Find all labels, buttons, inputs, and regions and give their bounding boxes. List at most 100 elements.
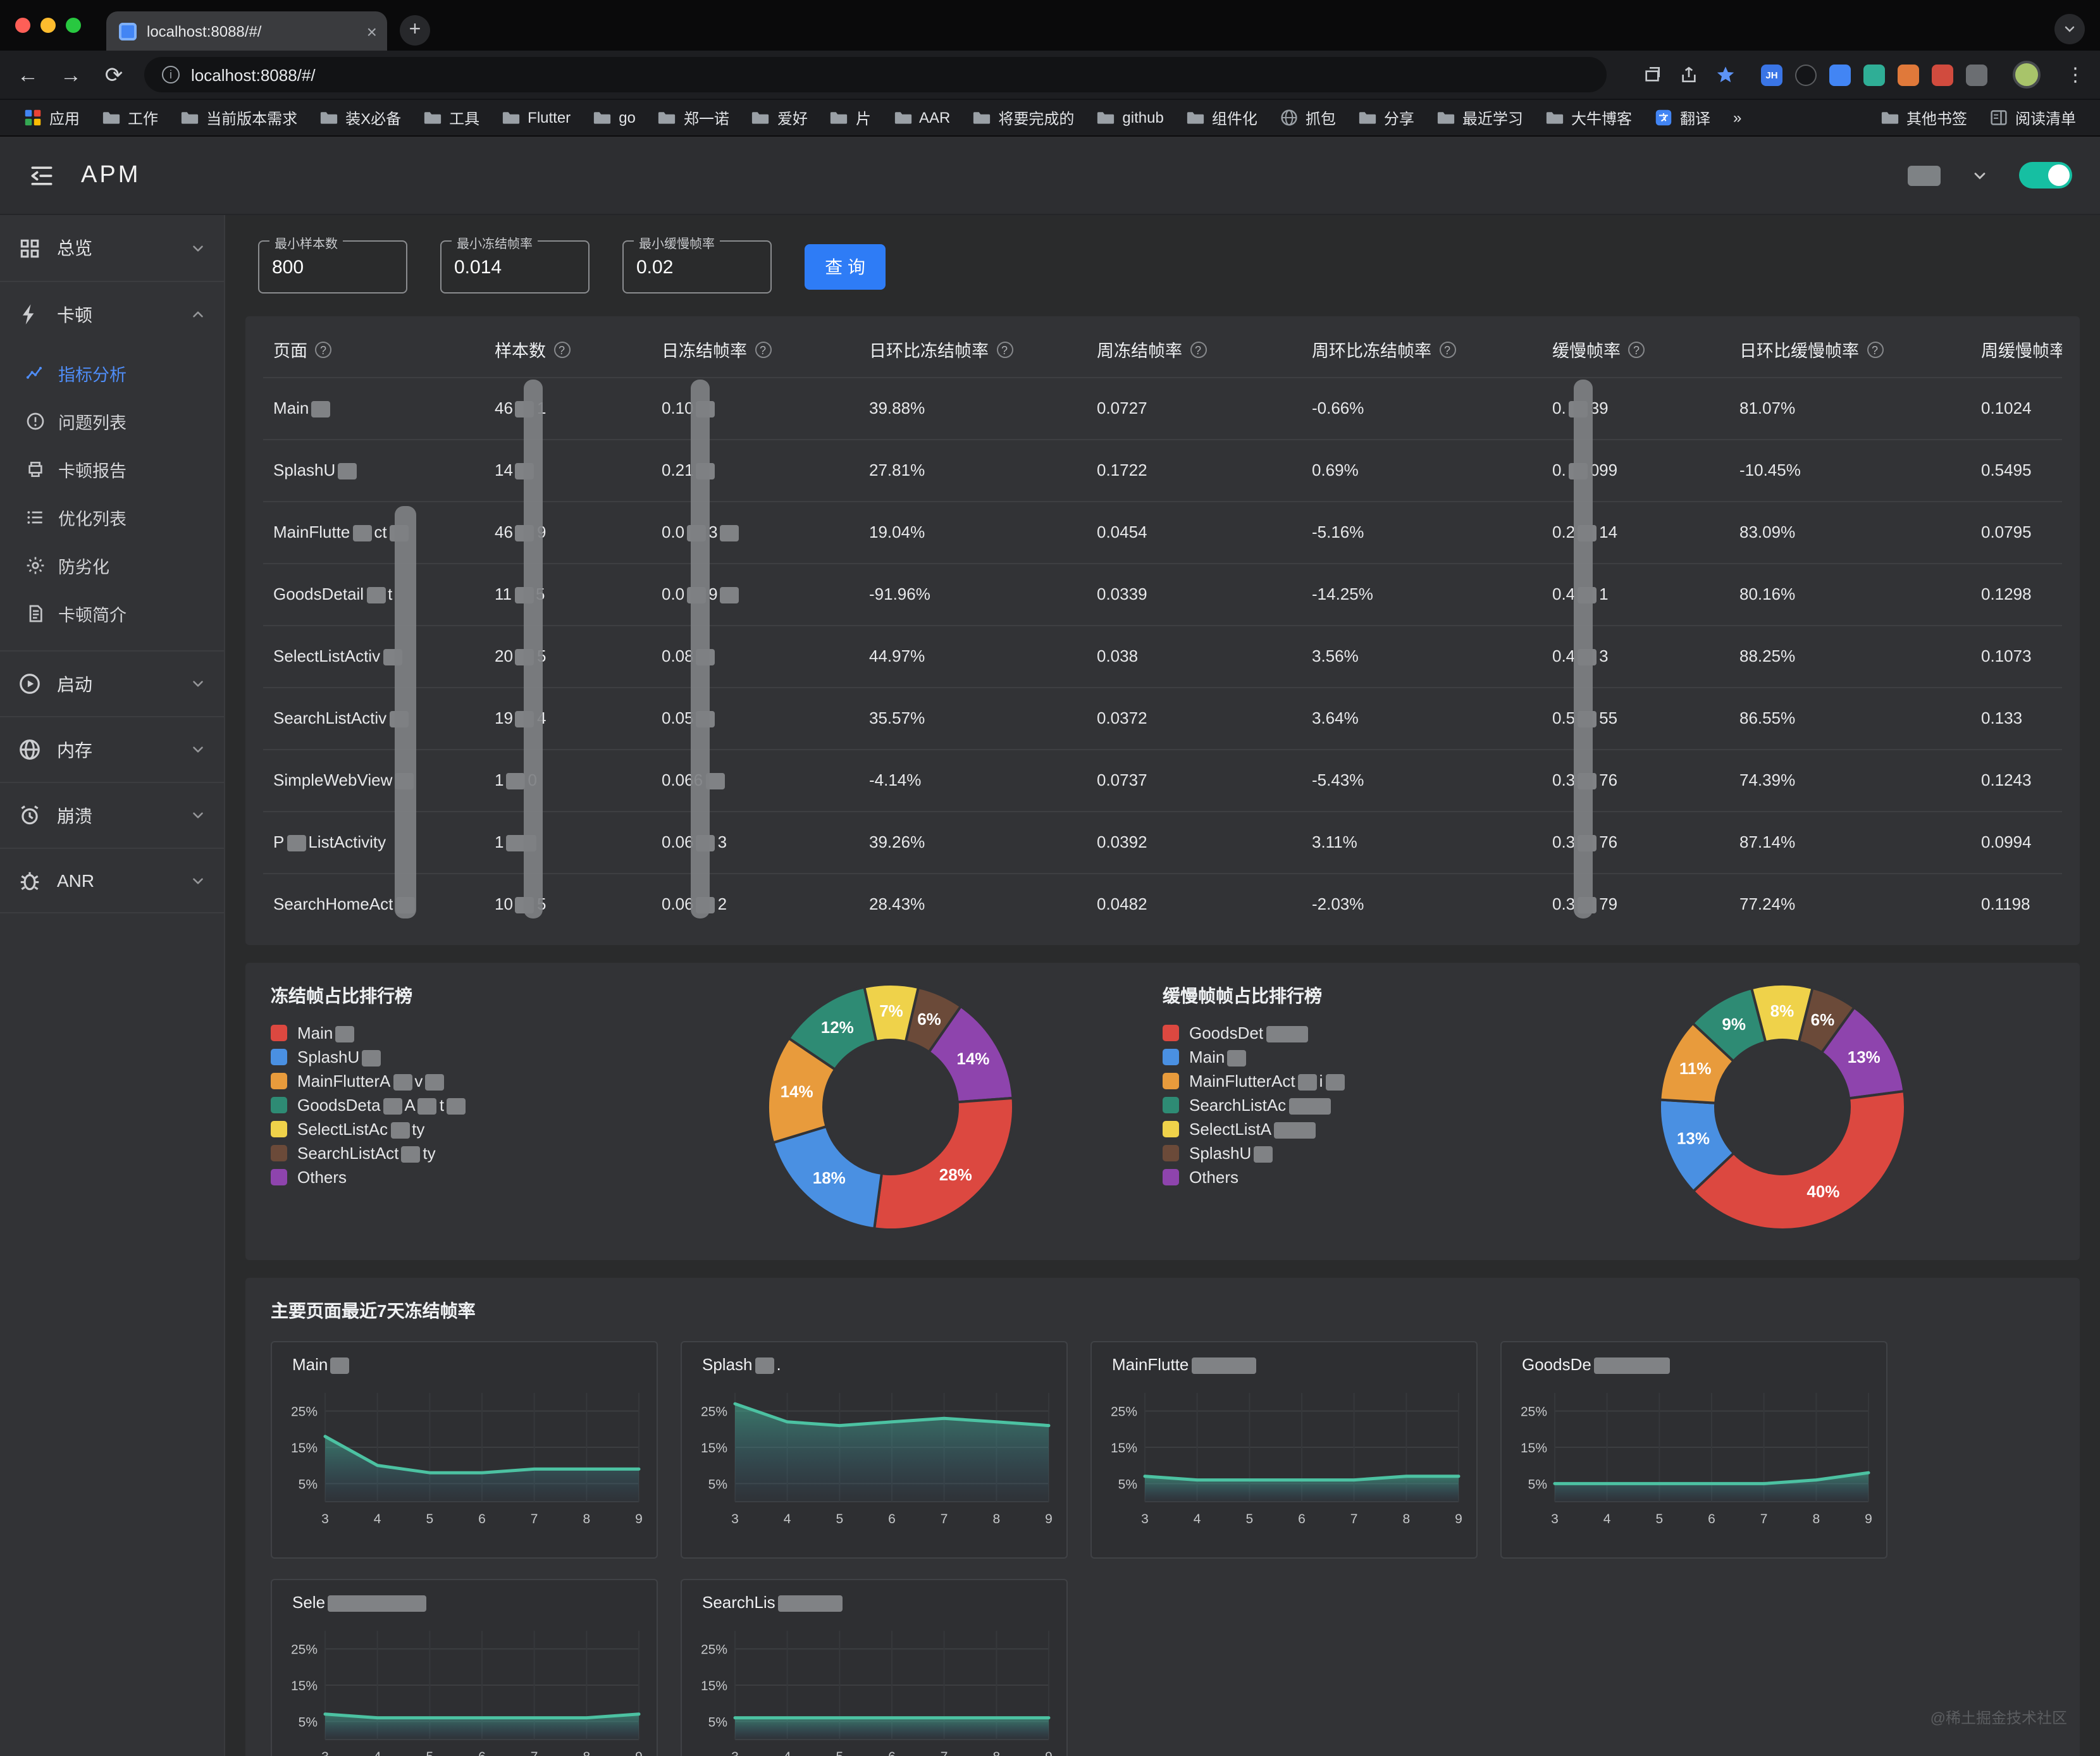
ext-orange-icon[interactable] bbox=[1898, 64, 1919, 85]
theme-toggle[interactable] bbox=[2019, 162, 2072, 189]
sidebar-subitem-optimize[interactable]: 优化列表 bbox=[0, 493, 224, 541]
close-window-button[interactable] bbox=[15, 18, 30, 33]
bookmark-item[interactable]: 片 bbox=[819, 103, 882, 132]
minimize-window-button[interactable] bbox=[40, 18, 56, 33]
share-icon[interactable] bbox=[1679, 65, 1699, 85]
min-sample-field[interactable]: 最小样本数 bbox=[258, 240, 407, 294]
bookmark-item[interactable]: 抓包 bbox=[1269, 103, 1347, 132]
legend-item[interactable]: SearchListActty bbox=[271, 1144, 468, 1163]
back-button[interactable]: ← bbox=[15, 64, 40, 85]
address-bar[interactable]: i localhost:8088/#/ bbox=[144, 57, 1607, 92]
bookmark-item[interactable]: Flutter bbox=[491, 105, 582, 130]
bookmark-item[interactable]: 翻译 bbox=[1643, 103, 1722, 132]
legend-item[interactable]: SplashU bbox=[271, 1048, 468, 1067]
site-info-icon[interactable]: i bbox=[162, 66, 180, 83]
bookmark-item[interactable]: 大牛博客 bbox=[1535, 103, 1643, 132]
bookmark-item[interactable]: » bbox=[1722, 105, 1753, 130]
svg-text:4: 4 bbox=[374, 1512, 381, 1526]
bookmark-item[interactable]: 应用 bbox=[13, 103, 91, 132]
slow-rank-half: 缓慢帧帧占比排行榜 GoodsDetMainMainFlutterActiSea… bbox=[1163, 980, 2054, 1240]
help-icon[interactable]: ? bbox=[1628, 341, 1645, 357]
sidebar-subitem-intro[interactable]: 卡顿简介 bbox=[0, 590, 224, 638]
sidebar-item-launch[interactable]: 启动 bbox=[0, 650, 224, 716]
help-icon[interactable]: ? bbox=[1867, 341, 1883, 357]
bookmark-item[interactable]: 工作 bbox=[91, 103, 170, 132]
legend-item[interactable]: SplashU bbox=[1163, 1144, 1347, 1163]
legend-item[interactable]: Others bbox=[1163, 1168, 1347, 1187]
ext-puzzle-icon[interactable] bbox=[1966, 64, 1987, 85]
forward-button[interactable]: → bbox=[58, 64, 83, 85]
svg-text:3: 3 bbox=[731, 1512, 739, 1526]
bookmark-item[interactable]: 组件化 bbox=[1175, 103, 1269, 132]
chevron-down-icon[interactable] bbox=[1971, 166, 1989, 184]
sidebar-subitem-issues[interactable]: 问题列表 bbox=[0, 397, 224, 445]
ext-teal-icon[interactable] bbox=[1863, 64, 1885, 85]
reload-button[interactable]: ⟳ bbox=[101, 64, 127, 85]
legend-item[interactable]: Others bbox=[271, 1168, 468, 1187]
trend-cards: Main 25%15%5%3456789Splash. 25%15%5%3456… bbox=[271, 1341, 2054, 1756]
ext-dark-circle-icon[interactable] bbox=[1795, 64, 1817, 85]
legend-item[interactable]: SelectListActy bbox=[271, 1120, 468, 1139]
bookmark-item[interactable]: 当前版本需求 bbox=[170, 103, 309, 132]
profile-avatar[interactable] bbox=[2013, 61, 2041, 89]
help-icon[interactable]: ? bbox=[1439, 341, 1455, 357]
browser-tab[interactable]: localhost:8088/#/ × bbox=[106, 11, 387, 51]
bookmark-item[interactable]: github bbox=[1085, 105, 1175, 130]
min-freeze-field[interactable]: 最小冻结帧率 bbox=[440, 240, 590, 294]
help-icon[interactable]: ? bbox=[996, 341, 1013, 357]
help-icon[interactable]: ? bbox=[553, 341, 570, 357]
donut-segment[interactable] bbox=[874, 1098, 1013, 1230]
collapse-sidebar-icon[interactable] bbox=[28, 161, 56, 189]
bookmark-item[interactable]: 郑一诺 bbox=[647, 103, 741, 132]
new-tab-button[interactable]: + bbox=[400, 15, 430, 46]
legend-item[interactable]: MainFlutterActi bbox=[1163, 1072, 1347, 1091]
bookmark-item[interactable]: 最近学习 bbox=[1426, 103, 1535, 132]
legend-item[interactable]: GoodsDet bbox=[1163, 1023, 1347, 1042]
sidebar-subitem-degrade[interactable]: 防劣化 bbox=[0, 541, 224, 590]
bookmark-item[interactable]: 装X必备 bbox=[309, 103, 412, 132]
legend-item[interactable]: Main bbox=[1163, 1048, 1347, 1067]
ext-jh-icon[interactable]: JH bbox=[1761, 64, 1782, 85]
browser-menu-icon[interactable]: ⋮ bbox=[2066, 63, 2085, 86]
legend-label: Main bbox=[1189, 1048, 1249, 1067]
donut-perc1abel: 6% bbox=[917, 1010, 941, 1029]
bookmark-star-icon[interactable] bbox=[1715, 65, 1736, 85]
bookmark-item[interactable]: AAR bbox=[882, 105, 961, 130]
sidebar-item-overview[interactable]: 总览 bbox=[0, 215, 224, 281]
sidebar-item-crash[interactable]: 崩溃 bbox=[0, 782, 224, 848]
legend-item[interactable]: MainFlutterAv bbox=[271, 1072, 468, 1091]
legend-item[interactable]: Main bbox=[271, 1023, 468, 1042]
ext-translate-icon[interactable] bbox=[1829, 64, 1851, 85]
open-in-new-icon[interactable] bbox=[1642, 65, 1662, 85]
tab-search-caret-icon[interactable] bbox=[2054, 14, 2085, 44]
min-slow-field[interactable]: 最小缓慢帧率 bbox=[622, 240, 772, 294]
sidebar-item-label: 总览 bbox=[57, 235, 175, 261]
sidebar-item-jank[interactable]: 卡顿 bbox=[0, 281, 224, 347]
bookmark-item[interactable]: 分享 bbox=[1347, 103, 1426, 132]
bookmark-item[interactable]: 工具 bbox=[412, 103, 491, 132]
sidebar-subitem-report[interactable]: 卡顿报告 bbox=[0, 445, 224, 493]
folder-icon bbox=[752, 109, 770, 127]
legend-item[interactable]: SearchListAc bbox=[1163, 1096, 1347, 1115]
sidebar-item-anr[interactable]: ANR bbox=[0, 848, 224, 913]
trend-card: Main 25%15%5%3456789 bbox=[271, 1341, 658, 1559]
sidebar-item-memory[interactable]: 内存 bbox=[0, 716, 224, 782]
table-cell: 0.376 bbox=[1542, 750, 1729, 811]
help-icon[interactable]: ? bbox=[1190, 341, 1206, 357]
help-icon[interactable]: ? bbox=[755, 341, 771, 357]
tab-close-icon[interactable]: × bbox=[367, 22, 377, 40]
maximize-window-button[interactable] bbox=[66, 18, 81, 33]
ext-red-icon[interactable] bbox=[1932, 64, 1953, 85]
language-flag[interactable] bbox=[1908, 165, 1941, 185]
bookmark-item[interactable]: 爱好 bbox=[741, 103, 819, 132]
bookmark-item[interactable]: go bbox=[582, 105, 647, 130]
legend-item[interactable]: GoodsDetaAt bbox=[271, 1096, 468, 1115]
query-button[interactable]: 查 询 bbox=[805, 244, 886, 290]
sidebar-subitem-metrics[interactable]: 指标分析 bbox=[0, 349, 224, 397]
bookmark-item[interactable]: 阅读清单 bbox=[1979, 103, 2087, 132]
help-icon[interactable]: ? bbox=[315, 341, 331, 357]
bookmark-item[interactable]: 其他书签 bbox=[1870, 103, 1979, 132]
bookmark-item[interactable]: 将要完成的 bbox=[961, 103, 1085, 132]
legend-item[interactable]: SelectListA bbox=[1163, 1120, 1347, 1139]
window-controls bbox=[15, 0, 81, 51]
